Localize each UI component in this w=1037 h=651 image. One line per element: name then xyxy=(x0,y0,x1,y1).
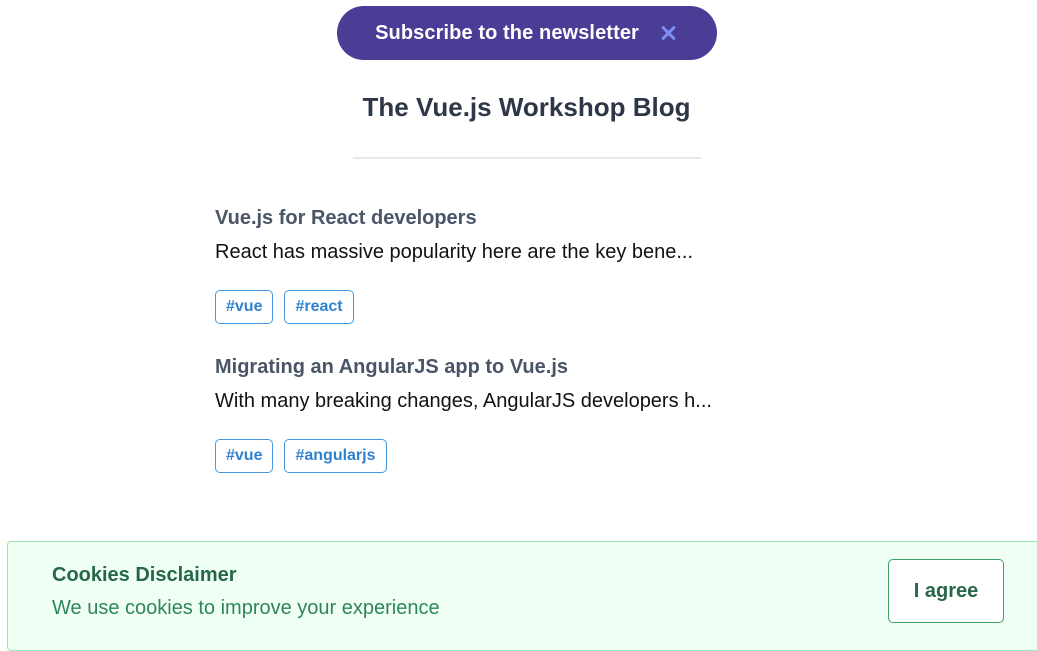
page-title: The Vue.js Workshop Blog xyxy=(362,92,691,122)
cookies-title: Cookies Disclaimer xyxy=(52,564,237,586)
tag-vue[interactable]: #vue xyxy=(215,439,274,473)
tag-vue[interactable]: #vue xyxy=(215,290,274,324)
title-divider xyxy=(353,157,701,159)
post-excerpt: React has massive popularity here are th… xyxy=(215,241,694,263)
post-item: Vue.js for React developers React has ma… xyxy=(215,204,693,324)
post-title[interactable]: Vue.js for React developers xyxy=(215,204,693,232)
tag-angularjs[interactable]: #angularjs xyxy=(284,439,387,473)
post-item: Migrating an AngularJS app to Vue.js Wit… xyxy=(215,353,712,473)
agree-button[interactable]: I agree xyxy=(888,559,1004,623)
post-tags: #vue #angularjs xyxy=(215,439,712,473)
tag-react[interactable]: #react xyxy=(284,290,354,324)
post-excerpt: With many breaking changes, AngularJS de… xyxy=(215,390,712,412)
newsletter-banner: Subscribe to the newsletter xyxy=(337,6,717,60)
post-tags: #vue #react xyxy=(215,290,693,324)
close-icon[interactable] xyxy=(657,22,679,44)
newsletter-label: Subscribe to the newsletter xyxy=(375,21,639,44)
post-title[interactable]: Migrating an AngularJS app to Vue.js xyxy=(215,353,712,381)
cookies-text: We use cookies to improve your experienc… xyxy=(52,597,440,619)
